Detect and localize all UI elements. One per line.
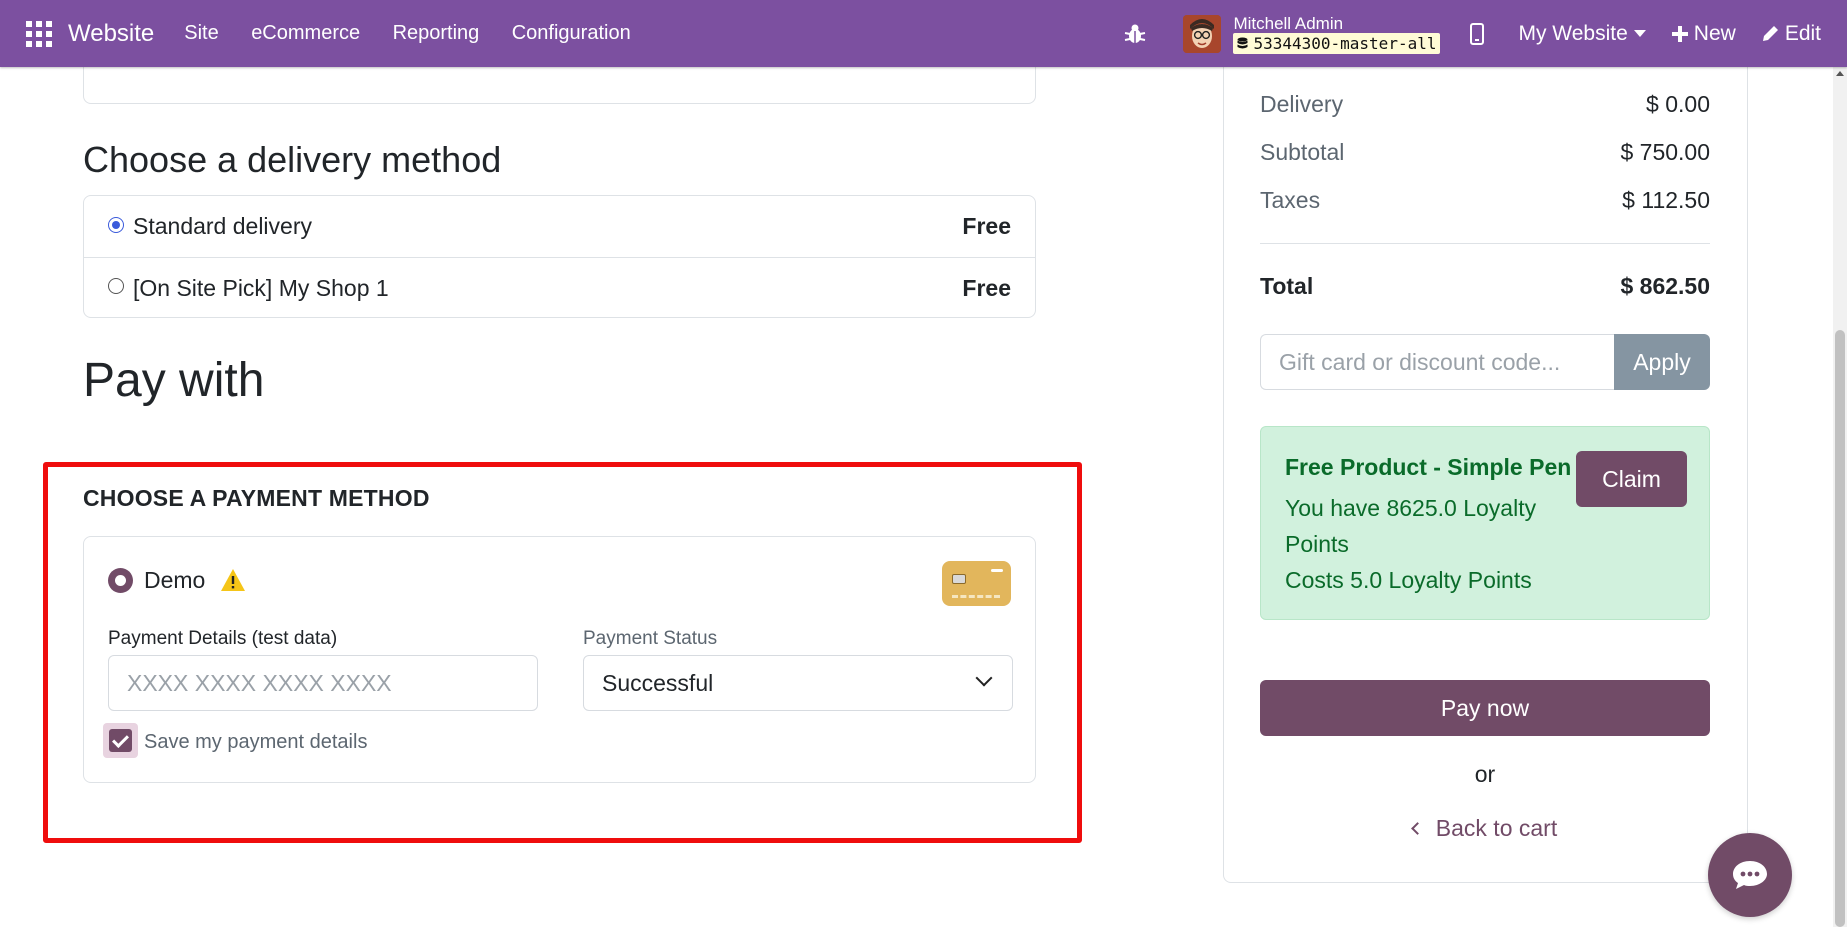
top-navbar: Website Site eCommerce Reporting Configu… (0, 0, 1847, 67)
pay-with-title: Pay with (83, 354, 265, 407)
summary-label: Taxes (1260, 187, 1321, 213)
payment-method-title: CHOOSE A PAYMENT METHOD (83, 485, 430, 511)
checkmark-icon (109, 729, 132, 752)
delivery-option-standard[interactable]: Standard delivery Free (84, 196, 1035, 257)
summary-label: Subtotal (1260, 139, 1345, 165)
website-selector-label: My Website (1518, 21, 1628, 45)
database-icon (1237, 37, 1248, 48)
delivery-option-price: Free (962, 213, 1011, 239)
scrollbar-thumb[interactable] (1835, 330, 1845, 927)
main-menu: Site eCommerce Reporting Configuration (170, 22, 644, 45)
delivery-option-onsite[interactable]: [On Site Pick] My Shop 1 Free (84, 257, 1035, 318)
app-brand[interactable]: Website (68, 20, 154, 48)
new-button[interactable]: New (1671, 21, 1736, 46)
topbar-right: Mitchell Admin 53344300-master-all My We… (1123, 0, 1847, 67)
or-separator: or (1474, 761, 1496, 787)
edit-button-label: Edit (1784, 21, 1821, 45)
apps-grid-icon[interactable] (26, 20, 52, 47)
credit-card-icon (942, 561, 1011, 606)
summary-row-total: Total $ 862.50 (1260, 273, 1710, 300)
summary-row-taxes: Taxes $ 112.50 (1260, 187, 1710, 214)
warning-icon[interactable] (220, 568, 246, 592)
summary-row-subtotal: Subtotal $ 750.00 (1260, 139, 1710, 166)
live-chat-button[interactable] (1708, 833, 1792, 917)
reward-title: Free Product - Simple Pen (1285, 454, 1572, 480)
summary-value: $ 0.00 (1646, 91, 1710, 117)
pencil-icon (1762, 26, 1778, 41)
scroll-up-arrow[interactable] (1836, 71, 1844, 76)
user-menu[interactable]: Mitchell Admin 53344300-master-all (1233, 13, 1441, 54)
chevron-left-icon (1410, 822, 1424, 835)
menu-item-reporting[interactable]: Reporting (393, 22, 480, 44)
payment-status-value: Successful (602, 669, 714, 696)
delivery-option-price: Free (962, 274, 1011, 301)
chat-bubble-icon (1733, 861, 1767, 889)
save-details-label[interactable]: Save my payment details (144, 731, 367, 754)
user-name: Mitchell Admin (1233, 13, 1344, 33)
edit-button[interactable]: Edit (1762, 22, 1821, 46)
card-number-input[interactable]: XXXX XXXX XXXX XXXX (108, 655, 538, 711)
database-badge: 53344300-master-all (1233, 32, 1441, 54)
back-to-cart-link[interactable]: Back to cart (1260, 815, 1710, 842)
summary-divider (1260, 243, 1710, 244)
reward-points-text: You have 8625.0 Loyalty Points (1285, 495, 1537, 557)
bug-icon[interactable] (1123, 22, 1147, 46)
menu-item-configuration[interactable]: Configuration (512, 22, 631, 44)
payment-method-label[interactable]: Demo (144, 567, 205, 594)
website-selector[interactable]: My Website (1518, 21, 1646, 46)
chevron-down-icon (975, 669, 993, 687)
menu-item-site[interactable]: Site (184, 22, 218, 44)
save-details-checkbox[interactable] (103, 723, 138, 758)
menu-item-ecommerce[interactable]: eCommerce (251, 22, 360, 44)
delivery-option-label: [On Site Pick] My Shop 1 (133, 274, 389, 301)
summary-row-delivery: Delivery $ 0.00 (1260, 91, 1710, 118)
new-button-label: New (1693, 21, 1736, 45)
payment-method-card: Demo Payment Details (test data) XXXX XX… (83, 536, 1036, 783)
summary-value: $ 112.50 (1622, 187, 1710, 213)
reward-cost-text: Costs 5.0 Loyalty Points (1285, 567, 1532, 593)
back-to-cart-label: Back to cart (1435, 815, 1558, 841)
database-name: 53344300-master-all (1253, 33, 1437, 53)
total-value: $ 862.50 (1620, 273, 1710, 299)
caret-down-icon (1633, 30, 1646, 37)
avatar[interactable] (1183, 14, 1222, 53)
payment-status-label: Payment Status (583, 628, 718, 649)
summary-label: Delivery (1260, 91, 1344, 117)
delivery-option-label: Standard delivery (133, 213, 312, 239)
claim-button[interactable]: Claim (1576, 451, 1687, 507)
payment-status-select[interactable]: Successful (583, 655, 1013, 711)
discount-code-input[interactable]: Gift card or discount code... (1260, 334, 1614, 390)
total-label: Total (1260, 273, 1314, 299)
delivery-method-list: Standard delivery Free [On Site Pick] My… (83, 195, 1036, 318)
delivery-radio-onsite[interactable] (108, 278, 124, 294)
delivery-method-title: Choose a delivery method (83, 139, 502, 180)
pay-now-button[interactable]: Pay now (1260, 680, 1710, 736)
plus-icon (1671, 25, 1688, 42)
payment-details-label: Payment Details (test data) (108, 628, 338, 649)
payment-radio-demo[interactable] (108, 568, 133, 593)
apply-button[interactable]: Apply (1614, 334, 1710, 390)
mobile-preview-icon[interactable] (1470, 22, 1485, 45)
reward-alert: Free Product - Simple Pen You have 8625.… (1260, 426, 1710, 620)
summary-value: $ 750.00 (1620, 139, 1710, 165)
delivery-radio-standard[interactable] (108, 216, 124, 233)
